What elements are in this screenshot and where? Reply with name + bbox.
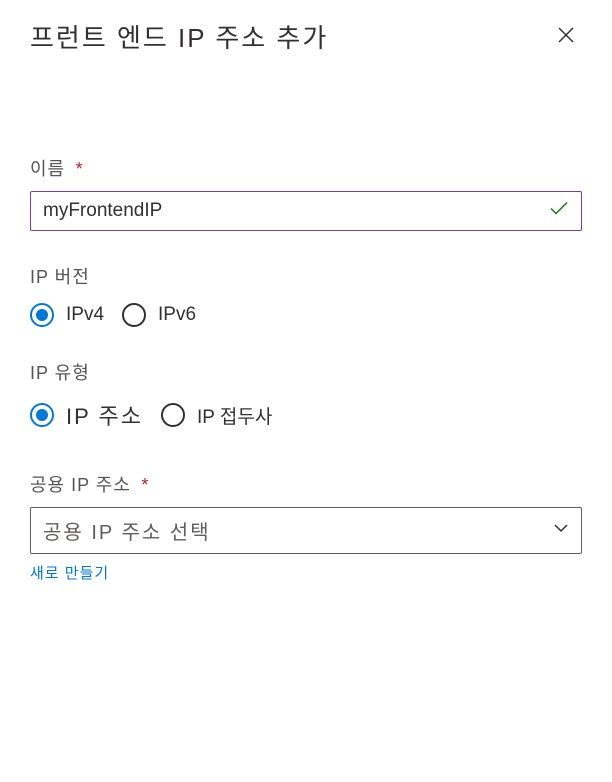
radio-circle-selected [30, 303, 54, 327]
public-ip-label-row: 공용 IP 주소 * [30, 471, 582, 507]
chevron-down-icon [553, 520, 569, 541]
name-input[interactable] [30, 191, 582, 231]
public-ip-dropdown[interactable]: 공용 IP 주소 선택 [30, 507, 582, 554]
create-new-link[interactable]: 새로 만들기 [30, 562, 582, 583]
radio-circle [161, 403, 185, 427]
close-icon [556, 25, 576, 45]
ip-type-label: IP 유형 [30, 359, 582, 385]
ipv4-label: IPv4 [66, 304, 104, 326]
required-asterisk: * [76, 159, 83, 179]
public-ip-label: 공용 IP 주소 [30, 471, 131, 497]
public-ip-group: 공용 IP 주소 * 공용 IP 주소 선택 새로 만들기 [30, 471, 582, 583]
radio-dot [36, 409, 48, 421]
name-label-row: 이름 * [30, 155, 582, 191]
panel-header: 프런트 엔드 IP 주소 추가 [0, 0, 612, 65]
ipv6-radio[interactable]: IPv6 [122, 303, 196, 327]
form-body: 이름 * IP 버전 IPv4 IPv6 [0, 65, 612, 583]
ip-address-radio[interactable]: IP 주소 [30, 399, 143, 431]
name-label: 이름 [30, 155, 65, 181]
close-button[interactable] [550, 19, 582, 55]
ip-version-label: IP 버전 [30, 263, 582, 289]
ip-address-label: IP 주소 [66, 399, 143, 431]
radio-circle-selected [30, 403, 54, 427]
required-asterisk: * [141, 475, 148, 495]
ip-type-radio-row: IP 주소 IP 접두사 [30, 399, 582, 431]
ip-prefix-label: IP 접두사 [197, 402, 272, 429]
ip-prefix-radio[interactable]: IP 접두사 [161, 402, 272, 429]
name-input-wrapper [30, 191, 582, 231]
panel-title: 프런트 엔드 IP 주소 추가 [30, 18, 328, 55]
ip-version-radio-row: IPv4 IPv6 [30, 303, 582, 327]
ipv4-radio[interactable]: IPv4 [30, 303, 104, 327]
ip-version-group: IP 버전 IPv4 IPv6 [30, 263, 582, 327]
radio-circle [122, 303, 146, 327]
dropdown-placeholder: 공용 IP 주소 선택 [43, 516, 211, 545]
ipv6-label: IPv6 [158, 304, 196, 326]
ip-type-group: IP 유형 IP 주소 IP 접두사 [30, 359, 582, 431]
name-field-group: 이름 * [30, 155, 582, 231]
check-icon [548, 198, 570, 225]
radio-dot [36, 309, 48, 321]
